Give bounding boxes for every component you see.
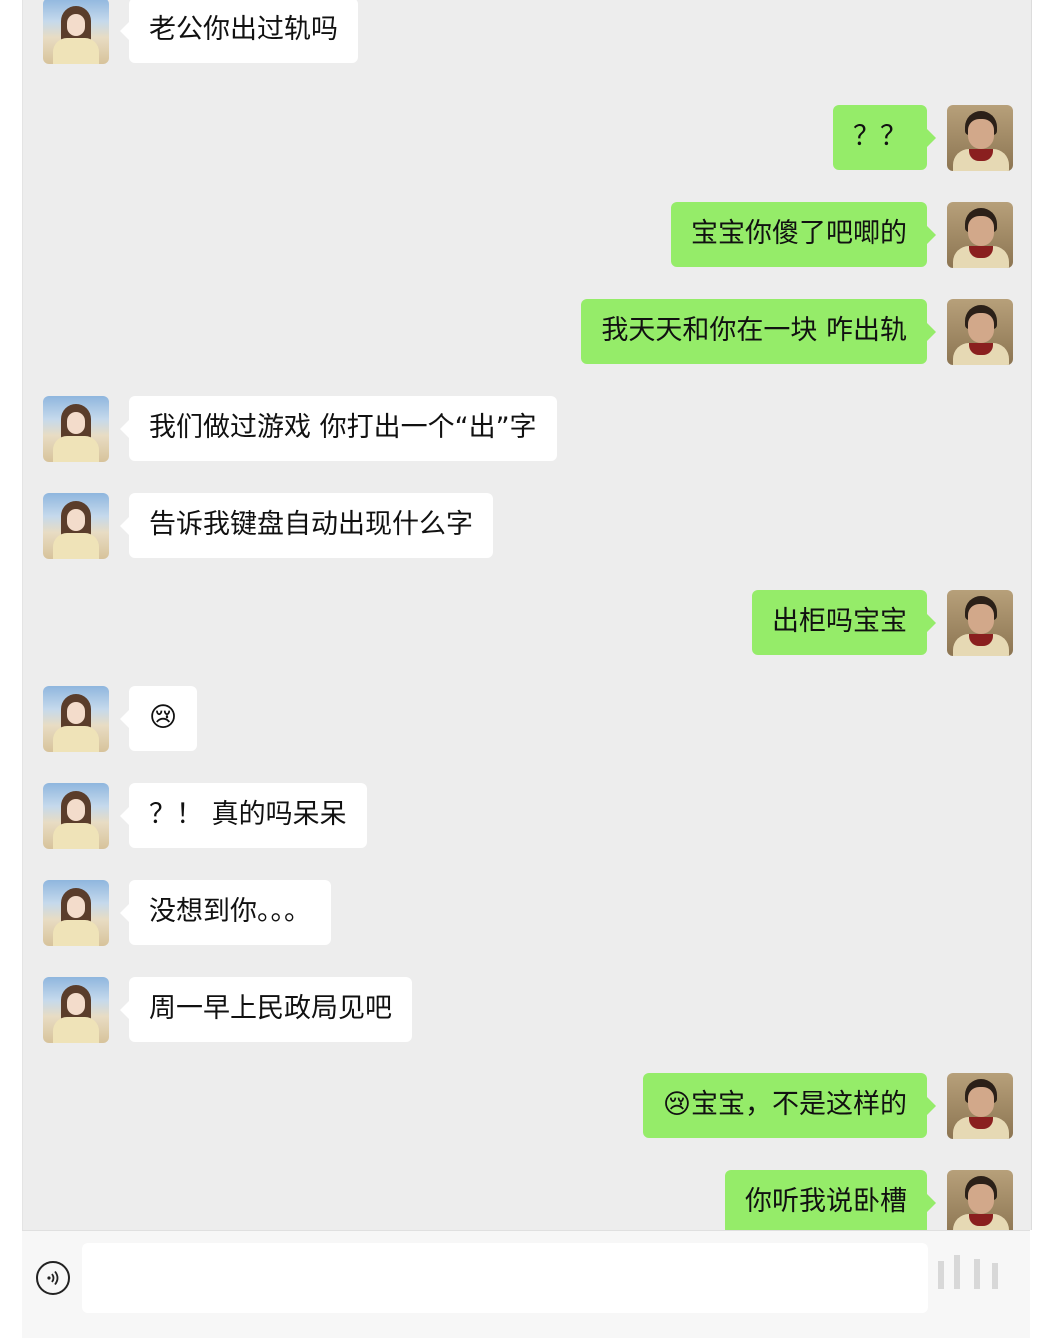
message-incoming: 周一早上民政局见吧: [43, 977, 412, 1043]
watermark-strip: [930, 1255, 1010, 1295]
message-incoming: ？！ 真的吗呆呆: [43, 783, 367, 849]
message-bubble[interactable]: ？！ 真的吗呆呆: [120, 783, 367, 848]
message-outgoing: 出柜吗宝宝: [752, 590, 1013, 656]
message-list[interactable]: 老公你出过轨吗 ？？ 宝宝你傻了吧唧的 我天天和你在一块 咋出轨 我们做过游戏 …: [22, 0, 1032, 1230]
message-outgoing: 😢宝宝，不是这样的: [642, 1073, 1013, 1139]
contact-avatar[interactable]: [43, 977, 109, 1043]
message-incoming: 😢: [43, 686, 198, 752]
message-bubble[interactable]: 周一早上民政局见吧: [120, 977, 412, 1042]
message-outgoing: ？？: [833, 105, 1013, 171]
message-bubble[interactable]: 我天天和你在一块 咋出轨: [581, 299, 936, 364]
self-avatar[interactable]: [947, 590, 1013, 656]
input-bar: [22, 1230, 1030, 1338]
crying-emoji-bubble[interactable]: 😢: [119, 686, 198, 751]
message-input[interactable]: [82, 1243, 928, 1313]
message-bubble[interactable]: 宝宝你傻了吧唧的: [671, 202, 936, 267]
message-bubble[interactable]: 😢宝宝，不是这样的: [642, 1073, 937, 1138]
contact-avatar[interactable]: [43, 0, 109, 64]
message-bubble[interactable]: 出柜吗宝宝: [752, 590, 936, 655]
message-incoming: 告诉我键盘自动出现什么字: [43, 493, 493, 559]
self-avatar[interactable]: [947, 1073, 1013, 1139]
message-bubble[interactable]: 告诉我键盘自动出现什么字: [120, 493, 493, 558]
self-avatar[interactable]: [947, 299, 1013, 365]
chat-screen: 老公你出过轨吗 ？？ 宝宝你傻了吧唧的 我天天和你在一块 咋出轨 我们做过游戏 …: [0, 0, 1041, 1338]
message-bubble[interactable]: 你听我说卧槽: [725, 1170, 936, 1230]
message-incoming: 没想到你。。。: [43, 880, 331, 946]
contact-avatar[interactable]: [43, 686, 109, 752]
self-avatar[interactable]: [947, 1170, 1013, 1230]
message-bubble[interactable]: 老公你出过轨吗: [120, 0, 358, 63]
message-outgoing: 你听我说卧槽: [725, 1170, 1013, 1230]
message-outgoing: 我天天和你在一块 咋出轨: [581, 299, 1013, 365]
contact-avatar[interactable]: [43, 880, 109, 946]
voice-input-icon[interactable]: [36, 1261, 70, 1295]
message-outgoing: 宝宝你傻了吧唧的: [671, 202, 1013, 268]
message-bubble[interactable]: 没想到你。。。: [120, 880, 331, 945]
message-incoming: 我们做过游戏 你打出一个“出”字: [43, 396, 557, 462]
self-avatar[interactable]: [947, 105, 1013, 171]
message-incoming: 老公你出过轨吗: [43, 0, 358, 64]
self-avatar[interactable]: [947, 202, 1013, 268]
message-bubble[interactable]: 我们做过游戏 你打出一个“出”字: [120, 396, 557, 461]
contact-avatar[interactable]: [43, 396, 109, 462]
voice-wave-icon: [47, 1270, 59, 1286]
contact-avatar[interactable]: [43, 493, 109, 559]
message-bubble[interactable]: ？？: [833, 105, 936, 170]
contact-avatar[interactable]: [43, 783, 109, 849]
